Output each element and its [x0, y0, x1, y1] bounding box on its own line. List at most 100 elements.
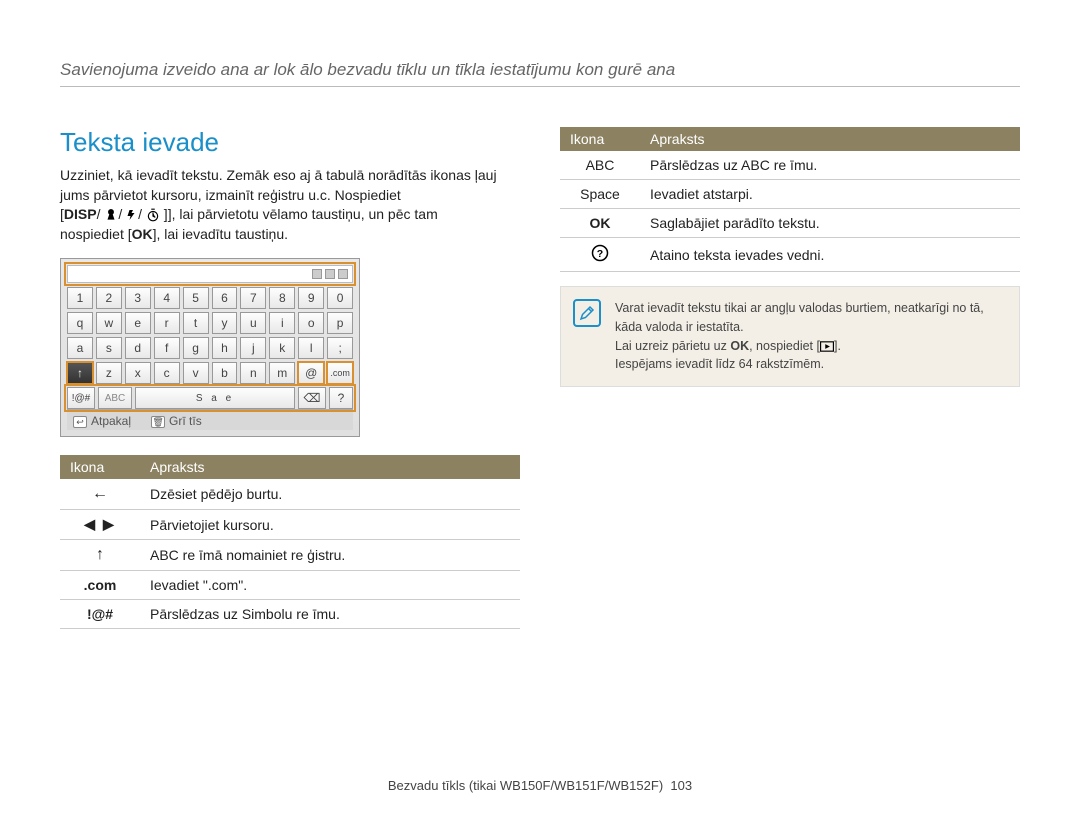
kb-footer-bar: ↩ Atpakaļ 🗑 Grī tīs	[67, 409, 353, 430]
cell-icon-space: Space	[560, 180, 640, 209]
note-ok-label: OK	[730, 339, 749, 353]
kb-key-abc: ABC	[98, 387, 132, 409]
table-row: ← Dzēsiet pēdējo burtu.	[60, 479, 520, 510]
kb-key-symbols: !@#	[67, 387, 95, 409]
kb-status-dot	[325, 269, 335, 279]
kb-key: 4	[154, 287, 180, 309]
left-column: Teksta ievade Uzziniet, kā ievadīt tekst…	[60, 127, 520, 629]
note-line-2b: , nospiediet [	[749, 339, 820, 353]
kb-key: 1	[67, 287, 93, 309]
arrows-lr-icon: ◀ ▶	[84, 516, 115, 532]
kb-key: ;	[327, 337, 353, 359]
note-box: Varat ievadīt tekstu tikai ar angļu valo…	[560, 286, 1020, 387]
cell-icon-abc: ABC	[560, 151, 640, 180]
kb-key: c	[154, 362, 180, 384]
disp-label: DISP	[64, 206, 97, 222]
timer-icon	[146, 208, 160, 222]
kb-status-dot	[312, 269, 322, 279]
kb-key-shift: ↑	[67, 362, 93, 384]
cell-desc: Saglabājiet parādīto tekstu.	[640, 209, 1020, 238]
kb-row-0: 1 2 3 4 5 6 7 8 9 0	[67, 287, 353, 309]
note-icon	[573, 299, 601, 327]
kb-key: d	[125, 337, 151, 359]
kb-key: s	[96, 337, 122, 359]
kb-key: h	[212, 337, 238, 359]
kb-key: u	[240, 312, 266, 334]
macro-icon	[104, 208, 118, 222]
kb-display-bar	[67, 265, 353, 283]
kb-key: n	[240, 362, 266, 384]
note-line-2a: Lai uzreiz pārietu uz	[615, 339, 730, 353]
kb-key-help: ?	[329, 387, 353, 409]
playback-icon	[820, 341, 834, 352]
kb-footer-del: Grī tīs	[169, 414, 202, 428]
kb-key: o	[298, 312, 324, 334]
intro-text-1: Uzziniet, kā ievadīt tekstu. Zemāk eso a…	[60, 167, 497, 203]
kb-footer-back: Atpakaļ	[91, 414, 131, 428]
table-row: !@# Pārslēdzas uz Simbolu re īmu.	[60, 600, 520, 629]
note-line-2c: ].	[834, 339, 841, 353]
th-icon: Ikona	[560, 127, 640, 151]
kb-key: 8	[269, 287, 295, 309]
kb-key: m	[269, 362, 295, 384]
kb-row-3: ↑ z x c v b n m @ .com	[67, 362, 353, 384]
note-line-1: Varat ievadīt tekstu tikai ar angļu valo…	[615, 299, 1005, 337]
kb-key: 9	[298, 287, 324, 309]
kb-key: 6	[212, 287, 238, 309]
footer-text: Bezvadu tīkls (tikai WB150F/WB151F/WB152…	[388, 778, 663, 793]
arrow-left-icon: ←	[92, 485, 108, 502]
kb-key: p	[327, 312, 353, 334]
kb-key: 2	[96, 287, 122, 309]
kb-key: v	[183, 362, 209, 384]
question-circle-icon: ?	[591, 244, 609, 262]
cell-icon-sym: !@#	[60, 600, 140, 629]
kb-status-dot	[338, 269, 348, 279]
kb-key: i	[269, 312, 295, 334]
kb-key: y	[212, 312, 238, 334]
cell-icon-ok: OK	[560, 209, 640, 238]
cell-desc: Ataino teksta ievades vedni.	[640, 238, 1020, 272]
th-desc: Apraksts	[140, 455, 520, 479]
table-row: ◀ ▶ Pārvietojiet kursoru.	[60, 510, 520, 540]
page-footer: Bezvadu tīkls (tikai WB150F/WB151F/WB152…	[60, 778, 1020, 793]
kb-key-backspace: ⌫	[298, 387, 326, 409]
kb-key: e	[125, 312, 151, 334]
kb-key: k	[269, 337, 295, 359]
kb-key: 7	[240, 287, 266, 309]
cell-desc: Pārslēdzas uz ABC re īmu.	[640, 151, 1020, 180]
intro-text-3b: ], lai ievadītu taustiņu.	[153, 226, 288, 242]
kb-key: g	[183, 337, 209, 359]
delete-icon: 🗑	[151, 416, 165, 428]
kb-space-row: !@# ABC S a e ⌫ ?	[67, 387, 353, 409]
cell-desc: Ievadiet ".com".	[140, 571, 520, 600]
kb-key-com: .com	[327, 362, 353, 384]
cell-desc: Pārslēdzas uz Simbolu re īmu.	[140, 600, 520, 629]
cell-desc: Ievadiet atstarpi.	[640, 180, 1020, 209]
kb-key: r	[154, 312, 180, 334]
table-row: ? Ataino teksta ievades vedni.	[560, 238, 1020, 272]
kb-key: f	[154, 337, 180, 359]
cell-desc: Dzēsiet pēdējo burtu.	[140, 479, 520, 510]
table-row: .com Ievadiet ".com".	[60, 571, 520, 600]
page-number: 103	[670, 778, 692, 793]
right-column: Ikona Apraksts ABC Pārslēdzas uz ABC re …	[560, 127, 1020, 629]
kb-key: w	[96, 312, 122, 334]
kb-key-at: @	[298, 362, 324, 384]
kb-row-2: a s d f g h j k l ;	[67, 337, 353, 359]
back-icon: ↩	[73, 416, 87, 428]
th-icon: Ikona	[60, 455, 140, 479]
page-header: Savienojuma izveido ana ar lok ālo bezva…	[60, 60, 1020, 87]
table-row: ABC Pārslēdzas uz ABC re īmu.	[560, 151, 1020, 180]
kb-key: 5	[183, 287, 209, 309]
table-row: ↑ ABC re īmā nomainiet re ģistru.	[60, 540, 520, 571]
icon-table-left: Ikona Apraksts ← Dzēsiet pēdējo burtu. ◀…	[60, 455, 520, 629]
kb-key: b	[212, 362, 238, 384]
kb-key: q	[67, 312, 93, 334]
cell-icon-com: .com	[60, 571, 140, 600]
table-row: Space Ievadiet atstarpi.	[560, 180, 1020, 209]
th-desc: Apraksts	[640, 127, 1020, 151]
kb-key: z	[96, 362, 122, 384]
intro-text-2b: ], lai pārvietotu vēlamo taustiņu, un pē…	[168, 206, 438, 222]
table-row: OK Saglabājiet parādīto tekstu.	[560, 209, 1020, 238]
cell-desc: ABC re īmā nomainiet re ģistru.	[140, 540, 520, 571]
